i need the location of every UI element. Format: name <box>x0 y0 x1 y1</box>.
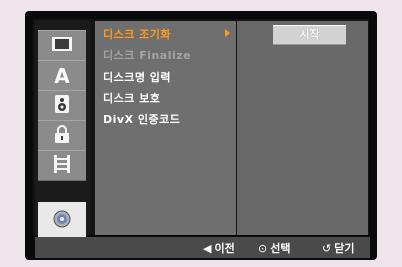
letter-a-icon: A <box>54 63 70 88</box>
menu-item-disc-name[interactable]: 디스크명 입력 <box>103 69 171 85</box>
menu-item-divx-code[interactable]: DivX 인증코드 <box>103 111 180 127</box>
start-button[interactable]: 시작 <box>273 25 346 45</box>
hint-close: ↺ 닫기 <box>322 240 354 256</box>
speaker-icon <box>55 94 69 117</box>
enter-button-icon: ⊙ <box>258 242 268 255</box>
sidebar-item-disc[interactable] <box>38 202 86 239</box>
sidebar-item-general[interactable] <box>38 30 86 61</box>
arrow-right-icon <box>225 29 230 37</box>
return-icon: ↺ <box>322 242 332 255</box>
hint-prev: ◀ 이전 <box>203 240 235 256</box>
menu-item-disc-protect[interactable]: 디스크 보호 <box>103 90 160 106</box>
menu-item-disc-finalize: 디스크 Finalize <box>103 49 192 62</box>
hint-prev-label: 이전 <box>214 242 235 255</box>
status-bar: ◀ 이전 ⊙ 선택 ↺ 닫기 <box>35 237 370 258</box>
film-reel-icon <box>54 154 70 177</box>
hint-select: ⊙ 선택 <box>258 240 290 256</box>
sidebar-item-lock[interactable] <box>38 120 86 151</box>
submenu-panel <box>237 21 368 235</box>
sidebar-item-audio[interactable] <box>38 90 86 121</box>
sidebar-item-language[interactable]: A <box>38 60 86 91</box>
sidebar-item-recording[interactable] <box>38 150 86 181</box>
left-arrow-icon: ◀ <box>203 242 212 255</box>
lock-icon <box>55 124 69 147</box>
menu-item-disc-format[interactable]: 디스크 조기화 <box>103 26 171 42</box>
hint-close-label: 닫기 <box>334 242 355 255</box>
disc-icon <box>53 210 71 232</box>
film-strip-icon <box>52 36 72 55</box>
hint-select-label: 선택 <box>270 242 291 255</box>
